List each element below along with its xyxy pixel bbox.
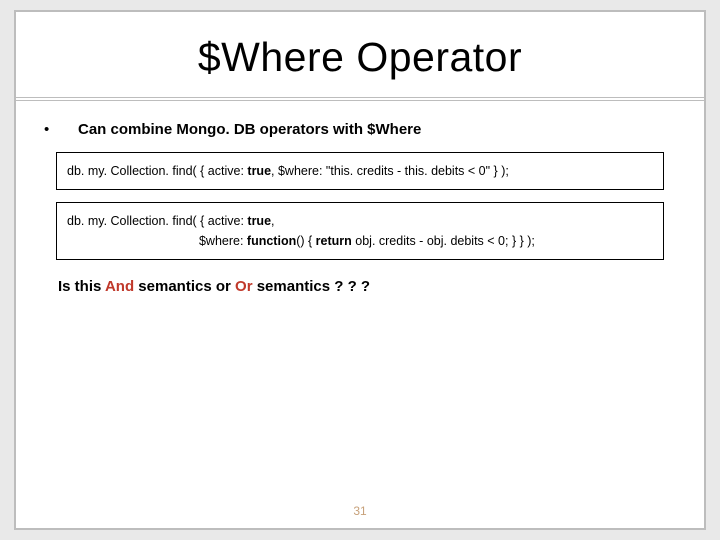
code-box-1: db. my. Collection. find( { active: true…	[56, 152, 664, 190]
bullet-item: • Can combine Mongo. DB operators with $…	[44, 121, 676, 138]
page-number: 31	[16, 504, 704, 518]
code2-indent: $where:	[67, 234, 247, 248]
question-text: Is this And semantics or Or semantics ? …	[58, 278, 676, 295]
slide-title: $Where Operator	[16, 34, 704, 81]
code2-line2: $where: function() { return obj. credits…	[67, 231, 653, 251]
code2-kw-function: function	[247, 234, 296, 248]
slide: $Where Operator • Can combine Mongo. DB …	[14, 10, 706, 530]
q-and: And	[105, 278, 134, 295]
bullet-dot: •	[44, 121, 78, 138]
code2-l1-post: ,	[271, 214, 274, 228]
code-box-2: db. my. Collection. find( { active: true…	[56, 202, 664, 260]
q-p2: semantics or	[134, 278, 235, 295]
code2-mid2: () {	[296, 234, 315, 248]
bullet-text: Can combine Mongo. DB operators with $Wh…	[78, 121, 421, 138]
code2-line1: db. my. Collection. find( { active: true…	[67, 211, 653, 231]
code1-mid: , $where: "this. credits - this. debits …	[271, 164, 509, 178]
code2-post: obj. credits - obj. debits < 0; } } );	[352, 234, 535, 248]
code2-l1-pre: db. my. Collection. find( { active:	[67, 214, 247, 228]
q-p1: Is this	[58, 278, 105, 295]
code1-pre: db. my. Collection. find( { active:	[67, 164, 247, 178]
q-or: Or	[235, 278, 253, 295]
code1-kw-true: true	[247, 164, 271, 178]
code2-kw-return: return	[316, 234, 352, 248]
divider-top	[16, 97, 704, 98]
slide-body: • Can combine Mongo. DB operators with $…	[16, 101, 704, 295]
q-p3: semantics ? ? ?	[253, 278, 371, 295]
code2-l1-kw: true	[247, 214, 271, 228]
